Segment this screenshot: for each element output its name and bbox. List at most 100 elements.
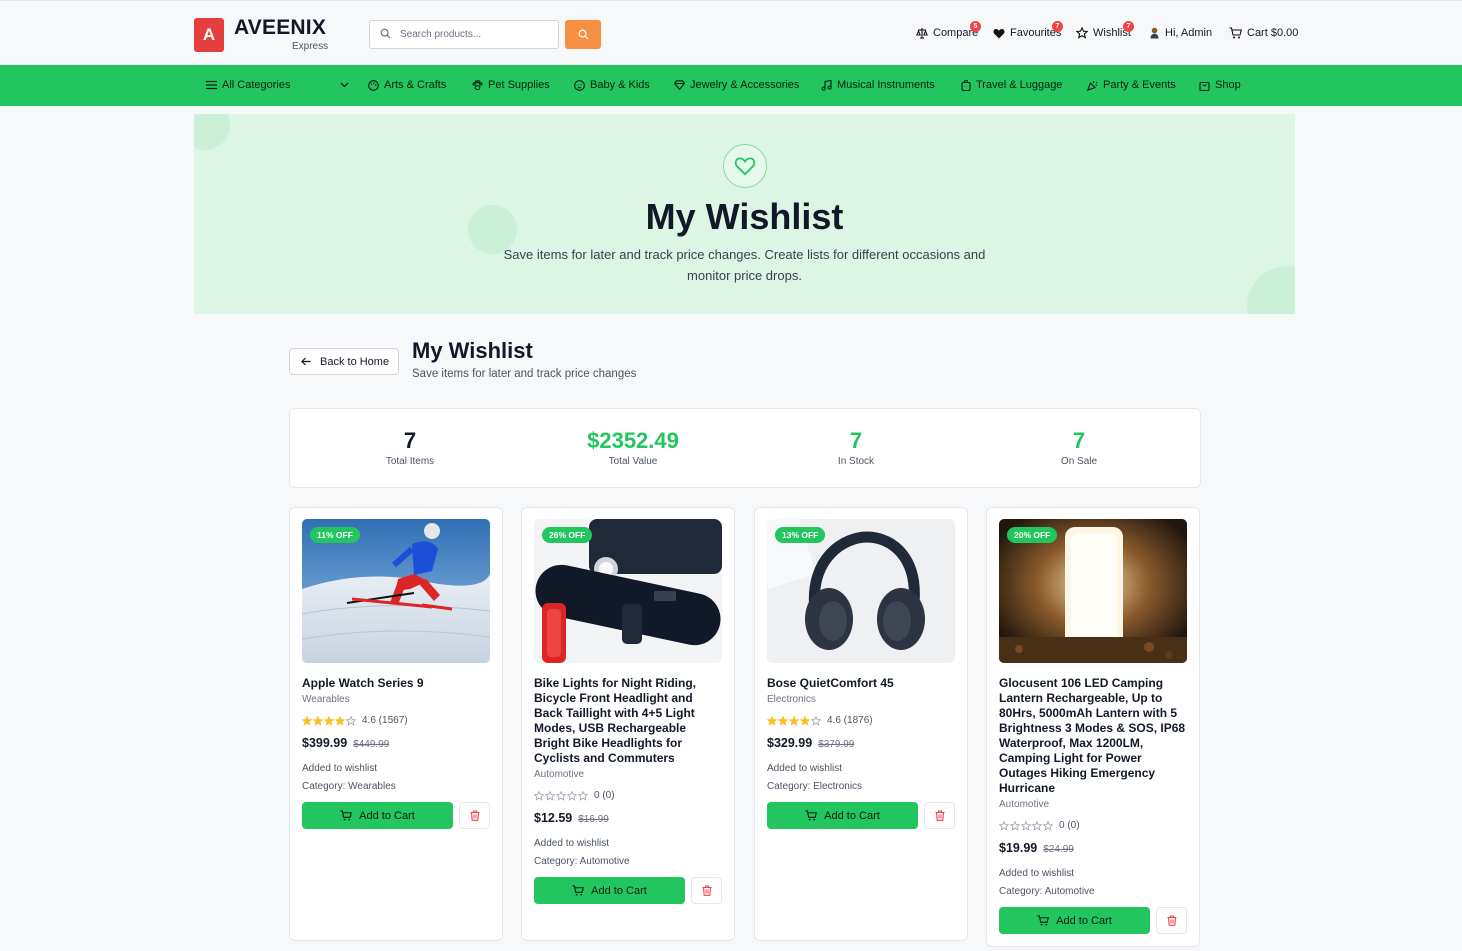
rating-text: 4.6 (1567) bbox=[362, 715, 408, 726]
price-row: $329.99 $379.99 bbox=[767, 736, 957, 750]
added-to-wishlist-text: Added to wishlist bbox=[302, 763, 378, 774]
add-to-cart-button[interactable]: Add to Cart bbox=[767, 802, 918, 829]
remove-from-wishlist-button[interactable] bbox=[924, 802, 955, 829]
brand-name[interactable]: AVEENIX bbox=[234, 16, 326, 40]
star-empty-icon bbox=[346, 715, 356, 726]
remove-from-wishlist-button[interactable] bbox=[459, 802, 490, 829]
search-box bbox=[369, 20, 559, 49]
nav-musical-instruments[interactable]: Musical Instruments bbox=[821, 79, 935, 91]
nav-label: Arts & Crafts bbox=[384, 79, 447, 91]
rating-stars bbox=[767, 715, 822, 726]
stat-label: Total Value bbox=[608, 456, 658, 467]
product-meta: Added to wishlist Category: Wearables bbox=[302, 760, 492, 796]
card-body: Apple Watch Series 9 Wearables 4.6 (1567… bbox=[302, 676, 492, 829]
stat-on-sale: 7 On Sale bbox=[979, 427, 1179, 467]
stat-value: 7 bbox=[403, 428, 417, 453]
trash-icon bbox=[470, 810, 479, 821]
nav-arts-crafts[interactable]: Arts & Crafts bbox=[368, 79, 446, 91]
search-input[interactable] bbox=[400, 29, 550, 40]
product-name[interactable]: Glocusent 106 LED Camping Lantern Rechar… bbox=[999, 676, 1189, 796]
add-to-cart-label: Add to Cart bbox=[359, 809, 415, 822]
nav-travel-luggage[interactable]: Travel & Luggage bbox=[961, 79, 1062, 91]
card-body: Bose QuietComfort 45 Electronics 4.6 (18… bbox=[767, 676, 957, 829]
product-rating: 0 (0) bbox=[999, 820, 1189, 831]
add-to-cart-label: Add to Cart bbox=[824, 809, 880, 822]
price-row: $12.59 $16.99 bbox=[534, 811, 724, 825]
hero-banner: My Wishlist Save items for later and tra… bbox=[194, 114, 1295, 314]
product-category: Electronics bbox=[767, 694, 816, 705]
cart-icon bbox=[1037, 915, 1050, 926]
nav-label: Musical Instruments bbox=[837, 79, 935, 91]
added-to-wishlist-text: Added to wishlist bbox=[999, 868, 1075, 879]
nav-shop[interactable]: Shop bbox=[1199, 79, 1241, 91]
compare-count-badge: 5 bbox=[970, 21, 981, 32]
star-filled-icon bbox=[800, 715, 810, 726]
all-categories-dropdown[interactable]: All Categories bbox=[206, 79, 350, 91]
product-name[interactable]: Bike Lights for Night Riding, Bicycle Fr… bbox=[534, 676, 724, 766]
add-to-cart-button[interactable]: Add to Cart bbox=[999, 907, 1150, 934]
brand-logo[interactable]: A bbox=[194, 18, 224, 52]
stat-label: Total Items bbox=[385, 456, 435, 467]
category-line: Category: Automotive bbox=[999, 886, 1095, 897]
discount-badge: 13% OFF bbox=[775, 527, 826, 543]
favourites-count-badge: 7 bbox=[1052, 21, 1063, 32]
star-filled-icon bbox=[302, 715, 312, 726]
stat-in-stock: 7 In Stock bbox=[756, 427, 956, 467]
cart-link[interactable]: Cart $0.00 bbox=[1229, 27, 1298, 39]
star-filled-icon bbox=[778, 715, 788, 726]
cart-icon bbox=[1229, 27, 1242, 39]
cart-label: Cart $0.00 bbox=[1247, 27, 1299, 39]
nav-jewelry-accessories[interactable]: Jewelry & Accessories bbox=[674, 79, 799, 91]
wishlist-stats: 7 Total Items $2352.49 Total Value 7 In … bbox=[289, 408, 1201, 488]
search-icon bbox=[380, 26, 391, 44]
cart-icon bbox=[340, 810, 353, 821]
compare-link[interactable]: Compare bbox=[916, 27, 978, 39]
back-to-home-button[interactable]: Back to Home bbox=[289, 348, 399, 375]
paw-icon bbox=[472, 79, 483, 90]
product-name[interactable]: Bose QuietComfort 45 bbox=[767, 676, 957, 691]
product-rating: 0 (0) bbox=[534, 790, 724, 801]
back-label: Back to Home bbox=[320, 355, 390, 368]
rating-text: 4.6 (1876) bbox=[827, 715, 873, 726]
favourites-link[interactable]: Favourites bbox=[993, 27, 1061, 39]
palette-icon bbox=[368, 79, 379, 91]
page-title: My Wishlist bbox=[412, 338, 533, 363]
wishlist-card: 26% OFF Bike Lights for Night Riding, Bi… bbox=[521, 507, 735, 941]
cart-icon bbox=[572, 885, 585, 896]
product-image[interactable]: 13% OFF bbox=[767, 519, 955, 663]
rating-stars bbox=[534, 790, 589, 801]
discount-badge: 11% OFF bbox=[310, 527, 360, 543]
nav-label: Baby & Kids bbox=[590, 79, 650, 91]
product-image[interactable]: 20% OFF bbox=[999, 519, 1187, 663]
product-meta: Added to wishlist Category: Automotive bbox=[534, 835, 724, 871]
shopping-bag-icon bbox=[1199, 81, 1210, 91]
original-price: $379.99 bbox=[818, 739, 855, 750]
discount-badge: 26% OFF bbox=[542, 527, 593, 543]
party-popper-icon bbox=[1087, 80, 1098, 91]
add-to-cart-button[interactable]: Add to Cart bbox=[302, 802, 453, 829]
trash-icon bbox=[935, 810, 944, 821]
chevron-down-icon bbox=[340, 82, 349, 88]
category-nav: All Categories Arts & Crafts Pet Supplie… bbox=[0, 65, 1462, 106]
wishlist-card: 20% OFF Glocusent 106 LED Camping Lanter… bbox=[986, 507, 1200, 947]
heart-icon bbox=[734, 157, 756, 176]
product-name[interactable]: Apple Watch Series 9 bbox=[302, 676, 492, 691]
arrow-left-icon bbox=[301, 357, 311, 366]
product-image[interactable]: 26% OFF bbox=[534, 519, 722, 663]
remove-from-wishlist-button[interactable] bbox=[1156, 907, 1187, 934]
wishlist-card: 13% OFF Bose QuietComfort 45 Electronics… bbox=[754, 507, 968, 941]
search-button[interactable] bbox=[565, 20, 601, 49]
remove-from-wishlist-button[interactable] bbox=[691, 877, 722, 904]
star-filled-icon bbox=[313, 715, 323, 726]
nav-label: Pet Supplies bbox=[488, 79, 550, 91]
nav-pet-supplies[interactable]: Pet Supplies bbox=[472, 79, 550, 91]
account-link[interactable]: Hi, Admin bbox=[1149, 27, 1212, 39]
decor-circle bbox=[1247, 266, 1295, 314]
product-image[interactable]: 11% OFF bbox=[302, 519, 490, 663]
star-empty-icon bbox=[1032, 820, 1042, 831]
product-category: Wearables bbox=[302, 694, 350, 705]
star-empty-icon bbox=[1010, 820, 1020, 831]
nav-baby-kids[interactable]: Baby & Kids bbox=[574, 79, 650, 91]
nav-party-events[interactable]: Party & Events bbox=[1087, 79, 1176, 91]
add-to-cart-button[interactable]: Add to Cart bbox=[534, 877, 685, 904]
